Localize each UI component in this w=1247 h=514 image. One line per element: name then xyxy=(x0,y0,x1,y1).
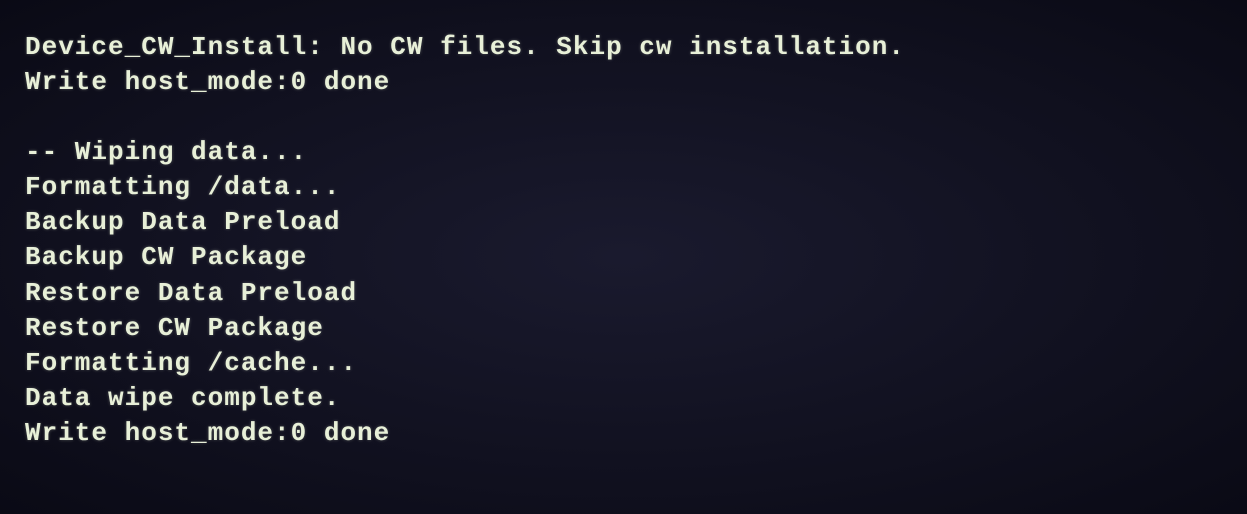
terminal-line: -- Wiping data... xyxy=(25,135,1222,170)
terminal-output: Device_CW_Install: No CW files. Skip cw … xyxy=(25,30,1222,451)
terminal-line: Restore CW Package xyxy=(25,311,1222,346)
terminal-line: Backup Data Preload xyxy=(25,205,1222,240)
terminal-line: Restore Data Preload xyxy=(25,276,1222,311)
terminal-line: Formatting /cache... xyxy=(25,346,1222,381)
terminal-line: Backup CW Package xyxy=(25,240,1222,275)
terminal-line: Data wipe complete. xyxy=(25,381,1222,416)
terminal-line: Write host_mode:0 done xyxy=(25,416,1222,451)
terminal-line: Formatting /data... xyxy=(25,170,1222,205)
terminal-line: Device_CW_Install: No CW files. Skip cw … xyxy=(25,30,1222,65)
terminal-line: Write host_mode:0 done xyxy=(25,65,1222,100)
terminal-blank-line xyxy=(25,100,1222,135)
